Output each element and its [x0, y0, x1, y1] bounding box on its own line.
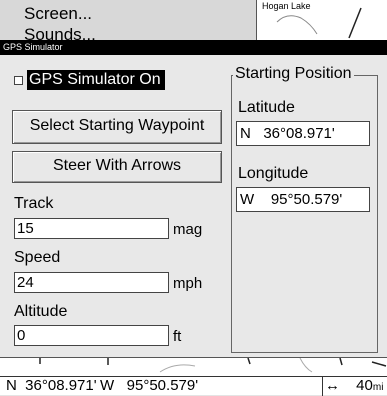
- map-strip: [0, 357, 387, 377]
- longitude-label: Longitude: [238, 165, 309, 182]
- dialog-title-bar: GPS Simulator: [0, 40, 387, 55]
- map-preview: Hogan Lake: [256, 0, 387, 40]
- steer-with-arrows-button[interactable]: Steer With Arrows: [12, 151, 222, 183]
- latitude-label: Latitude: [238, 99, 295, 116]
- speed-unit: mph: [173, 275, 203, 292]
- status-longitude: W 95°50.579': [100, 377, 199, 394]
- altitude-unit: ft: [173, 328, 182, 345]
- starting-position-title: Starting Position: [233, 65, 354, 83]
- longitude-field[interactable]: W 95°50.579': [236, 187, 370, 212]
- altitude-label: Altitude: [14, 303, 68, 320]
- zoom-range[interactable]: ↔ 40mi: [322, 377, 383, 396]
- track-input[interactable]: 15: [14, 218, 169, 239]
- map-lines: [276, 7, 362, 39]
- double-arrow-icon: ↔: [325, 377, 340, 394]
- gps-simulator-dialog: GPS Simulator On Select Starting Waypoin…: [0, 55, 387, 357]
- altitude-input[interactable]: 0: [14, 325, 169, 346]
- map-strip-lines: [39, 358, 387, 373]
- select-starting-waypoint-button[interactable]: Select Starting Waypoint: [12, 110, 222, 144]
- latitude-field[interactable]: N 36°08.971': [236, 121, 370, 146]
- speed-label: Speed: [14, 249, 61, 266]
- track-label: Track: [14, 195, 54, 212]
- gps-simulator-checkbox[interactable]: [14, 75, 23, 85]
- dialog-title: GPS Simulator: [3, 42, 63, 52]
- range-unit: mi: [372, 382, 384, 393]
- gps-simulator-toggle[interactable]: GPS Simulator On: [14, 70, 165, 90]
- status-latitude: N 36°08.971': [6, 377, 97, 394]
- menu-item-sounds[interactable]: Sounds...: [24, 25, 96, 40]
- track-unit: mag: [173, 221, 203, 238]
- speed-input[interactable]: 24: [14, 272, 169, 293]
- gps-simulator-label[interactable]: GPS Simulator On: [27, 70, 165, 90]
- status-bar: N 36°08.971' W 95°50.579' ↔ 40mi: [0, 376, 387, 396]
- range-value: 40: [356, 377, 373, 394]
- background-menu: Screen... Sounds... Hogan Lake: [0, 0, 387, 40]
- menu-item-screen[interactable]: Screen...: [24, 4, 92, 24]
